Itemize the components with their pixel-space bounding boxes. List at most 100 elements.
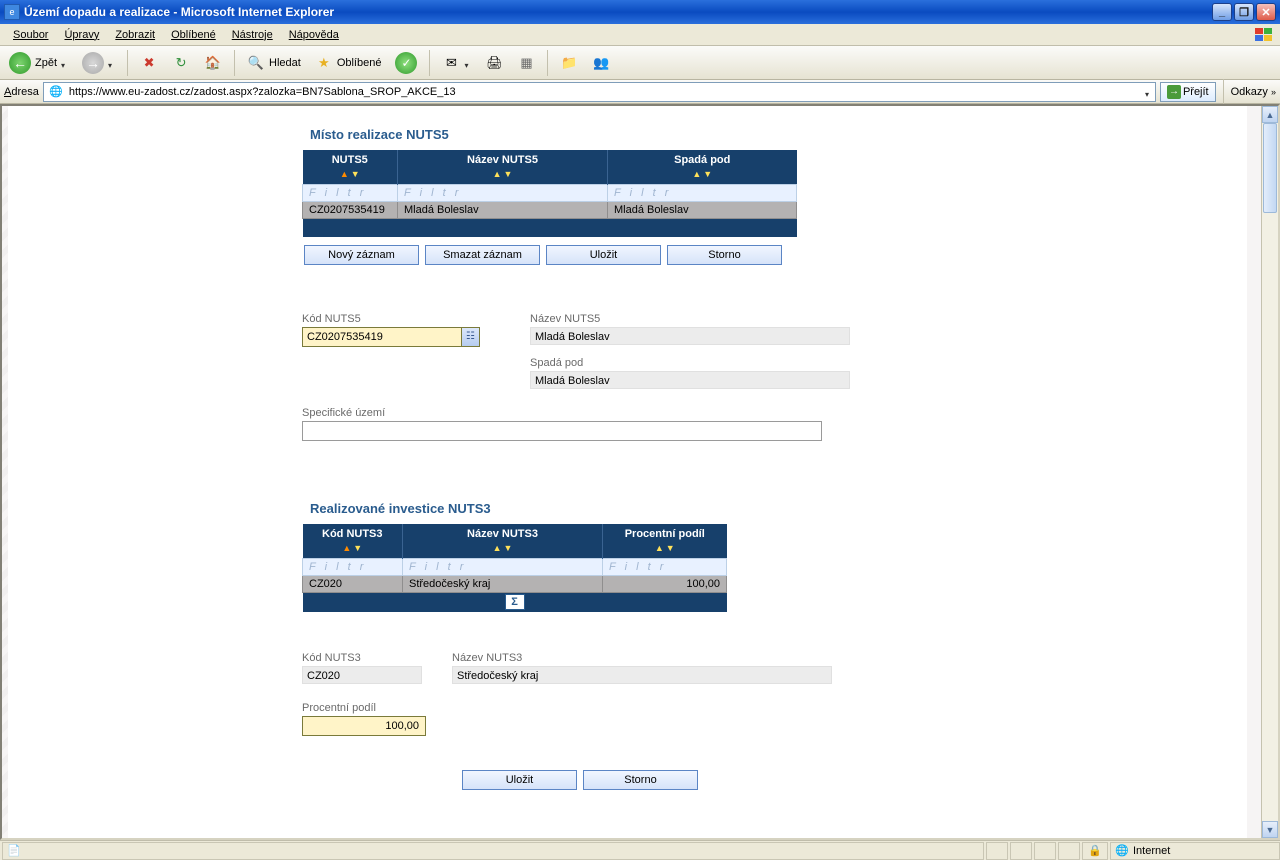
links-label[interactable]: Odkazy » [1231,86,1276,98]
nazev-nuts5-value: Mladá Boleslav [530,327,850,345]
filter-cell[interactable]: F i l t r [303,185,398,202]
cancel-button-2[interactable]: Storno [583,770,698,790]
menu-nastroje[interactable]: Nástroje [225,27,280,43]
page-icon: 📄 [7,844,21,858]
table-row[interactable]: CZ020 Středočeský kraj 100,00 [303,575,727,592]
search-icon: 🔍 [247,54,265,72]
maximize-button[interactable]: ❐ [1234,3,1254,21]
kod-nuts5-lookup[interactable]: ☷ [302,327,480,347]
toolbar-separator [429,50,430,76]
back-button[interactable]: ← Zpět [4,50,73,76]
go-button[interactable]: → Přejít [1160,82,1216,102]
address-input[interactable] [69,84,1141,100]
cell-code: CZ0207535419 [303,202,398,219]
edit-button[interactable]: ▦ [512,50,540,76]
cell-parent: Mladá Boleslav [608,202,797,219]
cell-code: CZ020 [303,575,403,592]
print-button[interactable]: 🖨 [480,50,508,76]
toolbar-separator [547,50,548,76]
col-nuts5[interactable]: NUTS5▲▼ [303,150,398,185]
windows-flag-icon [1254,27,1274,43]
filter-cell[interactable]: F i l t r [608,185,797,202]
stop-icon: ✖ [140,54,158,72]
kod-nuts3-label: Kód NUTS3 [302,652,422,664]
table-row[interactable]: CZ0207535419 Mladá Boleslav Mladá Bolesl… [303,202,797,219]
address-input-wrapper[interactable]: 🌐 [43,82,1156,102]
refresh-icon: ↻ [172,54,190,72]
cell-pct: 100,00 [603,575,727,592]
stop-button[interactable]: ✖ [135,50,163,76]
filter-cell[interactable]: F i l t r [603,558,727,575]
forward-dropdown-icon [108,59,115,66]
kod-nuts5-label: Kód NUTS5 [302,313,480,325]
page-icon: 🌐 [47,83,65,101]
filter-cell[interactable]: F i l t r [398,185,608,202]
cancel-button[interactable]: Storno [667,245,782,265]
menu-zobrazit[interactable]: Zobrazit [108,27,162,43]
scroll-up-button[interactable]: ▲ [1262,106,1278,123]
mail-dropdown-icon [464,59,471,66]
filter-cell[interactable]: F i l t r [303,558,403,575]
spada-pod-label: Spadá pod [530,357,850,369]
save-button[interactable]: Uložit [546,245,661,265]
status-cell [1034,842,1056,860]
messenger-button[interactable]: 👥 [587,50,615,76]
filter-cell[interactable]: F i l t r [403,558,603,575]
procentni-input[interactable] [302,716,426,736]
col-spada-pod[interactable]: Spadá pod▲▼ [608,150,797,185]
forward-button[interactable]: → [77,50,120,76]
specific-input[interactable] [302,421,822,441]
sum-icon[interactable]: Σ [505,594,525,610]
cell-name: Středočeský kraj [403,575,603,592]
zone-cell: 🌐 Internet [1110,842,1280,860]
internet-zone-icon: 🌐 [1115,844,1129,858]
status-cell [1058,842,1080,860]
menu-napoveda[interactable]: Nápověda [282,27,346,43]
lock-icon: 🔒 [1088,844,1102,857]
col-procentni[interactable]: Procentní podíl▲▼ [603,524,727,559]
refresh-button[interactable]: ↻ [167,50,195,76]
toolbar-separator [1223,79,1224,105]
nuts5-table: NUTS5▲▼ Název NUTS5▲▼ Spadá pod▲▼ F i l … [302,150,797,237]
col-nazev-nuts5[interactable]: Název NUTS5▲▼ [398,150,608,185]
folder-button[interactable]: 📁 [555,50,583,76]
delete-record-button[interactable]: Smazat záznam [425,245,540,265]
toolbar: ← Zpět → ✖ ↻ 🏠 🔍 Hledat ★ Oblíbené ✓ ✉ 🖨… [0,46,1280,80]
close-button[interactable]: ✕ [1256,3,1276,21]
kod-nuts5-input[interactable] [303,328,461,346]
lookup-icon[interactable]: ☷ [461,328,479,346]
scroll-down-button[interactable]: ▼ [1262,821,1278,838]
menu-soubor[interactable]: Soubor [6,27,55,43]
section1-title: Místo realizace NUTS5 [310,127,982,142]
col-nazev-nuts3[interactable]: Název NUTS3▲▼ [403,524,603,559]
status-cell [1010,842,1032,860]
specific-label: Specifické území [302,407,982,419]
client-area: Místo realizace NUTS5 NUTS5▲▼ Název NUTS… [0,104,1280,840]
minimize-button[interactable]: _ [1212,3,1232,21]
grid-footer [303,219,797,237]
back-dropdown-icon [61,59,68,66]
favorites-button[interactable]: ★ Oblíbené [310,50,387,76]
search-button[interactable]: 🔍 Hledat [242,50,306,76]
section2-title: Realizované investice NUTS3 [310,501,982,516]
menu-oblibene[interactable]: Oblíbené [164,27,223,43]
history-button[interactable]: ✓ [390,50,422,76]
address-dropdown-icon[interactable] [1145,88,1152,95]
forward-icon: → [82,52,104,74]
back-label: Zpět [35,57,57,69]
save-button-2[interactable]: Uložit [462,770,577,790]
menu-upravy[interactable]: Úpravy [57,27,106,43]
page-viewport: Místo realizace NUTS5 NUTS5▲▼ Název NUTS… [2,106,1261,838]
new-record-button[interactable]: Nový záznam [304,245,419,265]
print-icon: 🖨 [485,54,503,72]
col-kod-nuts3[interactable]: Kód NUTS3▲▼ [303,524,403,559]
scroll-track[interactable] [1262,123,1278,821]
nazev-nuts3-value: Středočeský kraj [452,666,832,684]
grid-footer: Σ [303,592,727,612]
history-icon: ✓ [395,52,417,74]
vertical-scrollbar[interactable]: ▲ ▼ [1261,106,1278,838]
mail-button[interactable]: ✉ [437,50,476,76]
home-button[interactable]: 🏠 [199,50,227,76]
scroll-thumb[interactable] [1263,123,1277,213]
home-icon: 🏠 [204,54,222,72]
